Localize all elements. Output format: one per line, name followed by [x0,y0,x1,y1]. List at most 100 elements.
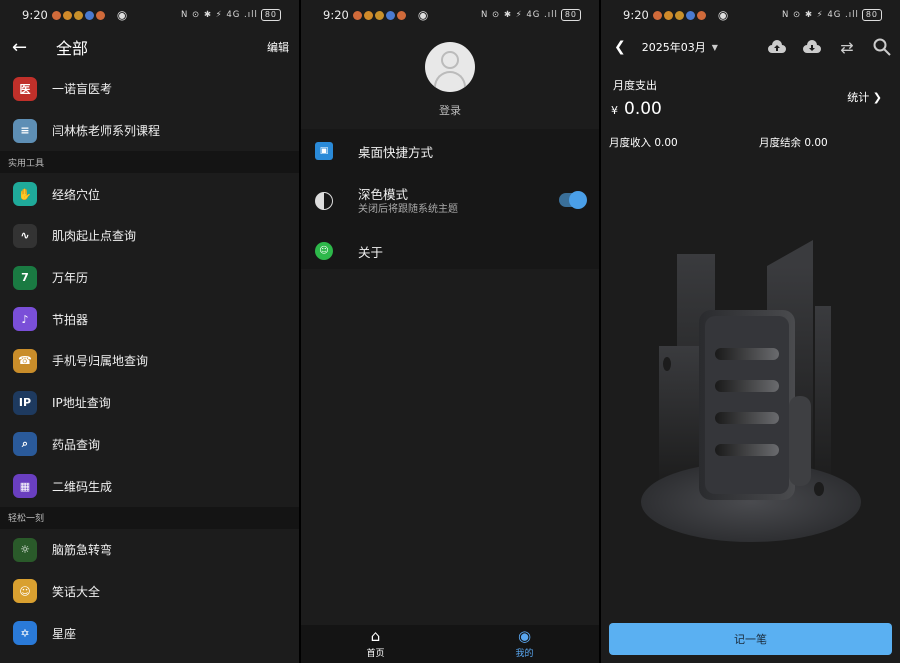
phone-location-icon: ☎ [13,348,37,373]
star-of-david-icon: ✡ [13,621,37,646]
all-apps-panel: 9:20 ◉ N ⊙ ✱ ⚡ 4G .ıll 80 ← 全部 编辑 医一诺盲医考 ≡… [0,0,299,663]
bulb-icon: ☼ [13,537,37,562]
signal-icons: N ⊙ ✱ ⚡ 4G .ıll [781,10,859,20]
back-arrow-icon[interactable]: ← [12,37,32,58]
expense-amount: 0.00 [624,99,662,119]
monthly-income: 月度收入 0.00 [609,137,678,149]
swap-icon[interactable]: ⇄ [837,37,857,57]
list-item[interactable]: ♪ 节拍器 [0,298,299,341]
list-item-label: 脑筋急转弯 [52,543,113,558]
shortcut-icon: ▣ [315,142,333,160]
list-item-label: 二维码生成 [52,479,113,494]
month-selector[interactable]: 2025年03月 [642,39,706,55]
expense-label: 月度支出 [613,79,657,92]
metronome-icon: ♪ [13,307,37,332]
notification-icons [352,10,406,20]
nav-home[interactable]: ⌂ 首页 [301,625,450,663]
home-icon: ⌂ [370,627,381,645]
stats-link[interactable]: 统计 ❯ [847,89,882,105]
signal-icons: N ⊙ ✱ ⚡ 4G .ıll [480,10,558,20]
list-item[interactable]: ☎ 手机号归属地查询 [0,340,299,382]
list-item-label: 经络穴位 [52,187,101,202]
list-item-label: 节拍器 [52,312,89,327]
status-bar: 9:20 ◉ N ⊙ ✱ ⚡ 4G .ıll 80 [601,0,900,30]
dark-mode-subtitle: 关闭后将跟随系统主题 [358,204,458,215]
status-bar: 9:20 ◉ N ⊙ ✱ ⚡ 4G .ıll 80 [0,0,299,30]
notification-icons [652,10,706,20]
list-item[interactable]: 医一诺盲医考 [0,68,299,110]
hand-icon: ✋ [13,182,37,207]
caret-down-icon[interactable]: ▼ [712,43,718,52]
stethoscope-icon: ∿ [13,223,37,248]
user-circle-icon: ◉ [517,627,532,645]
eye-icon: ◉ [116,8,128,22]
ip-pin-icon: IP [13,390,37,415]
status-time: 9:20 [323,8,349,22]
dark-mode-item[interactable]: 深色模式 关闭后将跟随系统主题 [301,184,599,218]
status-time: 9:20 [22,8,48,22]
list-item[interactable]: ▦ 二维码生成 [0,465,299,507]
shortcut-item[interactable]: ▣ 桌面快捷方式 [301,141,599,161]
section-header: 实用工具 [0,151,299,174]
list-item-label: 药品查询 [52,437,101,452]
mine-panel: 9:20 ◉ N ⊙ ✱ ⚡ 4G .ıll 80 登录 ▣ 桌面快捷方式 深色模… [301,0,599,663]
empty-state-illustration [639,236,869,546]
battery-icon: 80 [560,9,581,21]
ledger-header: ❮ 2025年03月 ▼ ⇄ [601,30,900,64]
list-item-label: IP地址查询 [52,396,111,411]
books-icon: ≡ [13,118,37,143]
app-list: 医一诺盲医考 ≡ 闫林栋老师系列课程实用工具 ✋ 经络穴位 ∿ 肌肉起止点查询 7 万年历 ♪ 节拍… [0,68,299,654]
list-item-label: 手机号归属地查询 [52,354,149,369]
ledger-panel: 9:20 ◉ N ⊙ ✱ ⚡ 4G .ıll 80 ❮ 2025年03月 ▼ ⇄ … [601,0,900,663]
add-record-button[interactable]: 记一笔 [609,623,892,655]
nav-home-label: 首页 [366,649,385,659]
cloud-download-icon[interactable] [802,37,822,57]
chevron-left-icon[interactable]: ❮ [614,39,626,55]
about-item[interactable]: ☺ 关于 [301,241,599,261]
list-item[interactable]: ☼ 脑筋急转弯 [0,528,299,571]
avatar[interactable] [425,42,475,92]
cloud-upload-icon[interactable] [767,37,787,57]
currency-symbol: ¥ [611,104,618,117]
battery-icon: 80 [861,9,882,21]
list-item[interactable]: IP IP地址查询 [0,381,299,424]
dark-mode-toggle[interactable] [559,191,587,209]
contrast-icon [315,192,333,210]
login-link[interactable]: 登录 [301,102,599,118]
battery-icon: 80 [260,9,281,21]
list-item-label: 闫林栋老师系列课程 [52,124,161,139]
list-item[interactable]: ✋ 经络穴位 [0,173,299,216]
signal-icons: N ⊙ ✱ ⚡ 4G .ıll [180,10,258,20]
list-item[interactable]: ☺ 笑话大全 [0,570,299,613]
list-item[interactable]: ≡ 闫林栋老师系列课程 [0,109,299,152]
list-item[interactable]: ∿ 肌肉起止点查询 [0,215,299,257]
qr-code-icon: ▦ [13,474,37,499]
medical-icon: 医 [13,76,37,101]
about-icon: ☺ [315,242,333,260]
shortcut-label: 桌面快捷方式 [358,144,434,160]
list-item-label: 肌肉起止点查询 [52,229,137,244]
status-time: 9:20 [623,8,649,22]
medicine-search-icon: ⌕ [13,432,37,457]
edit-button[interactable]: 编辑 [267,39,289,55]
header: ← 全部 编辑 [0,30,299,64]
monthly-balance: 月度结余 0.00 [759,137,828,149]
nav-mine-label: 我的 [515,649,534,659]
status-bar: 9:20 ◉ N ⊙ ✱ ⚡ 4G .ıll 80 [301,0,599,30]
about-label: 关于 [358,244,384,260]
list-item[interactable]: ⌕ 药品查询 [0,423,299,466]
notification-icons [51,10,105,20]
list-item[interactable]: ✡ 星座 [0,612,299,654]
eye-icon: ◉ [417,8,429,22]
expense-value: ¥0.00 [611,99,662,119]
section-header: 轻松一刻 [0,506,299,529]
search-icon[interactable] [872,37,892,57]
eye-icon: ◉ [717,8,729,22]
list-item[interactable]: 7 万年历 [0,256,299,299]
nav-mine[interactable]: ◉ 我的 [450,625,599,663]
page-title: 全部 [56,39,89,58]
laugh-icon: ☺ [13,579,37,604]
list-item-label: 万年历 [52,271,89,286]
list-item-label: 星座 [52,626,77,641]
chevron-right-icon: ❯ [872,91,882,104]
